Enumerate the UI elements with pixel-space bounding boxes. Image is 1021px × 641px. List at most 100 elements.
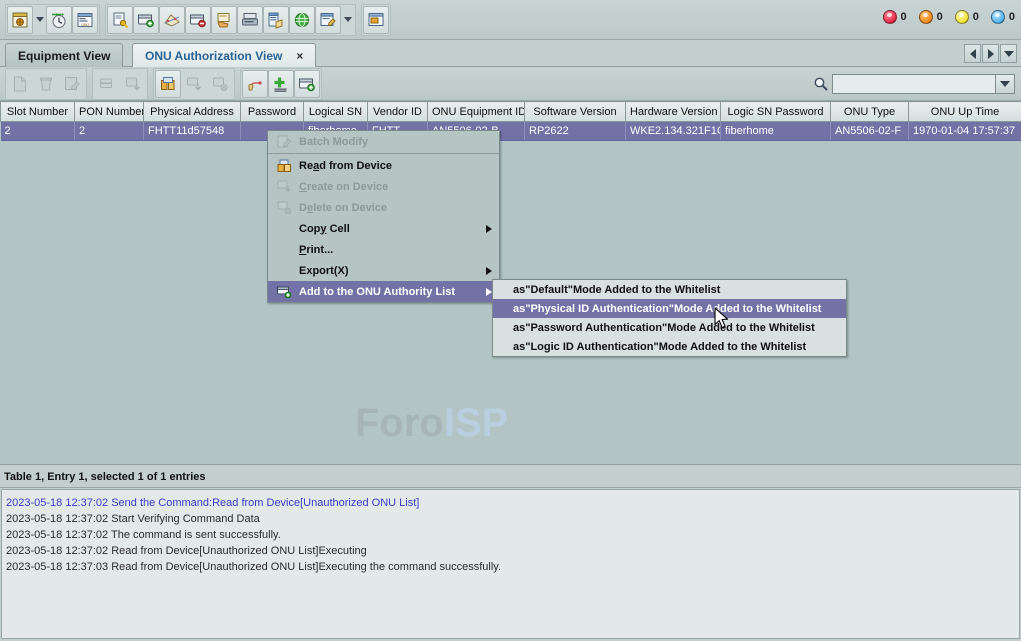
search-input[interactable]: [832, 74, 995, 94]
menu-item-create-on-device[interactable]: Create on Device: [268, 176, 499, 197]
minor-alarm-count: 0: [972, 11, 979, 23]
tab-equipment-view[interactable]: Equipment View: [5, 43, 124, 67]
add-row-button[interactable]: [268, 70, 294, 98]
whitelist-mode-submenu: as"Default"Mode Added to the Whitelist a…: [492, 279, 847, 357]
column-header-software-version[interactable]: Software Version: [524, 101, 626, 122]
scheduler-clock-icon[interactable]: [46, 5, 72, 34]
database-icon[interactable]: [263, 5, 289, 34]
search-history-dropdown[interactable]: [995, 74, 1015, 94]
table-header-row: Slot Number PON Number Physical Address …: [0, 101, 1021, 122]
close-icon[interactable]: ×: [296, 49, 303, 63]
globe-icon[interactable]: [289, 5, 315, 34]
view-toolbar-group-3: [153, 68, 235, 100]
toolbar-group-1: onu: [5, 3, 100, 36]
column-header-slot-number[interactable]: Slot Number: [0, 101, 75, 122]
warning-alarm-icon: [990, 10, 1005, 24]
report-edit-dropdown[interactable]: [341, 6, 354, 34]
select-pointer-button[interactable]: [242, 70, 268, 98]
tab-list-button[interactable]: [1000, 44, 1017, 63]
column-header-password[interactable]: Password: [240, 101, 304, 122]
column-header-onu-type[interactable]: ONU Type: [830, 101, 909, 122]
menu-item-export-label: Export(X): [299, 264, 349, 277]
cell-logic-sn-password[interactable]: fiberhome: [720, 121, 831, 141]
cell-slot-number[interactable]: 2: [0, 121, 75, 141]
menu-item-add-to-onu-authority-list[interactable]: Add to the ONU Authority List: [268, 281, 499, 302]
cell-pon-number[interactable]: 2: [74, 121, 144, 141]
network-map-icon[interactable]: [159, 5, 185, 34]
tab-onu-authorization-view[interactable]: ONU Authorization View ×: [132, 43, 317, 67]
column-header-onu-up-time[interactable]: ONU Up Time: [908, 101, 1021, 122]
cell-onu-type[interactable]: AN5506-02-F: [830, 121, 909, 141]
column-header-physical-address[interactable]: Physical Address: [143, 101, 241, 122]
minor-alarm-icon: [954, 10, 969, 24]
batch-save-button[interactable]: [120, 70, 146, 98]
column-header-pon-number[interactable]: PON Number: [74, 101, 144, 122]
delete-record-button[interactable]: [33, 70, 59, 98]
submenu-arrow-icon: [486, 225, 492, 233]
search-icon[interactable]: [810, 73, 832, 95]
read-from-device-button[interactable]: [155, 70, 181, 98]
menu-item-read-from-device[interactable]: Read from Device: [268, 155, 499, 176]
submenu-item-default-mode-label: as"Default"Mode Added to the Whitelist: [513, 283, 721, 296]
toolbar-group-3: [361, 3, 391, 36]
column-header-onu-equipment-id[interactable]: ONU Equipment ID: [427, 101, 525, 122]
delete-on-device-button[interactable]: [207, 70, 233, 98]
create-on-device-icon: [274, 179, 294, 195]
alarm-status-indicators: 0 0 0 0: [874, 10, 1015, 24]
table-row[interactable]: 2 2 FHTT11d57548 fiberhome FHTT AN5506-0…: [0, 121, 1021, 141]
new-record-button[interactable]: [7, 70, 33, 98]
log-line: 2023-05-18 12:37:02 Start Verifying Comm…: [6, 513, 260, 525]
cell-software-version[interactable]: RP2622: [524, 121, 626, 141]
no-icon: [274, 242, 294, 258]
column-header-hardware-version[interactable]: Hardware Version: [625, 101, 721, 122]
main-toolbar: onu 0 0 0 0: [0, 0, 1021, 40]
cell-onu-up-time[interactable]: 1970-01-04 17:57:37: [908, 121, 1021, 141]
submenu-item-default-mode[interactable]: as"Default"Mode Added to the Whitelist: [493, 280, 846, 299]
add-to-whitelist-button[interactable]: [294, 70, 320, 98]
menu-item-batch-modify-label: Batch Modify: [299, 135, 369, 148]
create-on-device-button[interactable]: [181, 70, 207, 98]
watermark-part-2: ISP: [443, 401, 509, 445]
device-manager-dropdown[interactable]: [33, 6, 46, 34]
menu-item-print[interactable]: Print...: [268, 239, 499, 260]
device-manager-icon[interactable]: [7, 5, 33, 34]
add-card-icon[interactable]: [133, 5, 159, 34]
tab-navigation: [964, 44, 1017, 63]
cell-physical-address[interactable]: FHTT11d57548: [143, 121, 241, 141]
read-from-device-icon: [274, 158, 294, 174]
menu-item-copy-cell[interactable]: Copy Cell: [268, 218, 499, 239]
menu-item-delete-on-device[interactable]: Delete on Device: [268, 197, 499, 218]
hand-card-icon[interactable]: [211, 5, 237, 34]
config-key-icon[interactable]: [107, 5, 133, 34]
prev-tab-button[interactable]: [964, 44, 981, 63]
submenu-item-logic-id-authentication-mode[interactable]: as"Logic ID Authentication"Mode Added to…: [493, 337, 846, 356]
toolbar-group-2: [105, 3, 356, 36]
chevron-down-icon: [1003, 50, 1014, 57]
submenu-item-password-authentication-mode[interactable]: as"Password Authentication"Mode Added to…: [493, 318, 846, 337]
column-header-logic-sn-password[interactable]: Logic SN Password: [720, 101, 831, 122]
table-status-text: Table 1, Entry 1, selected 1 of 1 entrie…: [4, 470, 206, 483]
modify-record-button[interactable]: [59, 70, 85, 98]
menu-item-batch-modify[interactable]: Batch Modify: [268, 131, 499, 152]
submenu-item-physical-id-authentication-mode-label: as"Physical ID Authentication"Mode Added…: [513, 302, 822, 315]
add-to-authority-icon: [274, 284, 294, 300]
menu-item-export[interactable]: Export(X): [268, 260, 499, 281]
status-light-minor: 0: [954, 10, 979, 24]
log-line: 2023-05-18 12:37:02 Read from Device[Una…: [6, 545, 367, 557]
next-tab-button[interactable]: [982, 44, 999, 63]
batch-copy-button[interactable]: [94, 70, 120, 98]
server-stack-icon[interactable]: [237, 5, 263, 34]
remove-card-icon[interactable]: [185, 5, 211, 34]
window-view-icon[interactable]: [363, 5, 389, 34]
submenu-item-physical-id-authentication-mode[interactable]: as"Physical ID Authentication"Mode Added…: [493, 299, 846, 318]
cell-hardware-version[interactable]: WKE2.134.321F1G: [625, 121, 721, 141]
onu-list-icon[interactable]: onu: [72, 5, 98, 34]
command-log-panel[interactable]: 2023-05-18 12:37:02 Send the Command:Rea…: [1, 489, 1020, 639]
column-header-logical-sn[interactable]: Logical SN: [303, 101, 368, 122]
report-edit-icon[interactable]: [315, 5, 341, 34]
submenu-item-logic-id-authentication-mode-label: as"Logic ID Authentication"Mode Added to…: [513, 340, 807, 353]
batch-modify-icon: [274, 134, 294, 150]
menu-item-add-to-onu-authority-list-label: Add to the ONU Authority List: [299, 285, 456, 298]
column-header-vendor-id[interactable]: Vendor ID: [367, 101, 428, 122]
no-icon: [274, 221, 294, 237]
